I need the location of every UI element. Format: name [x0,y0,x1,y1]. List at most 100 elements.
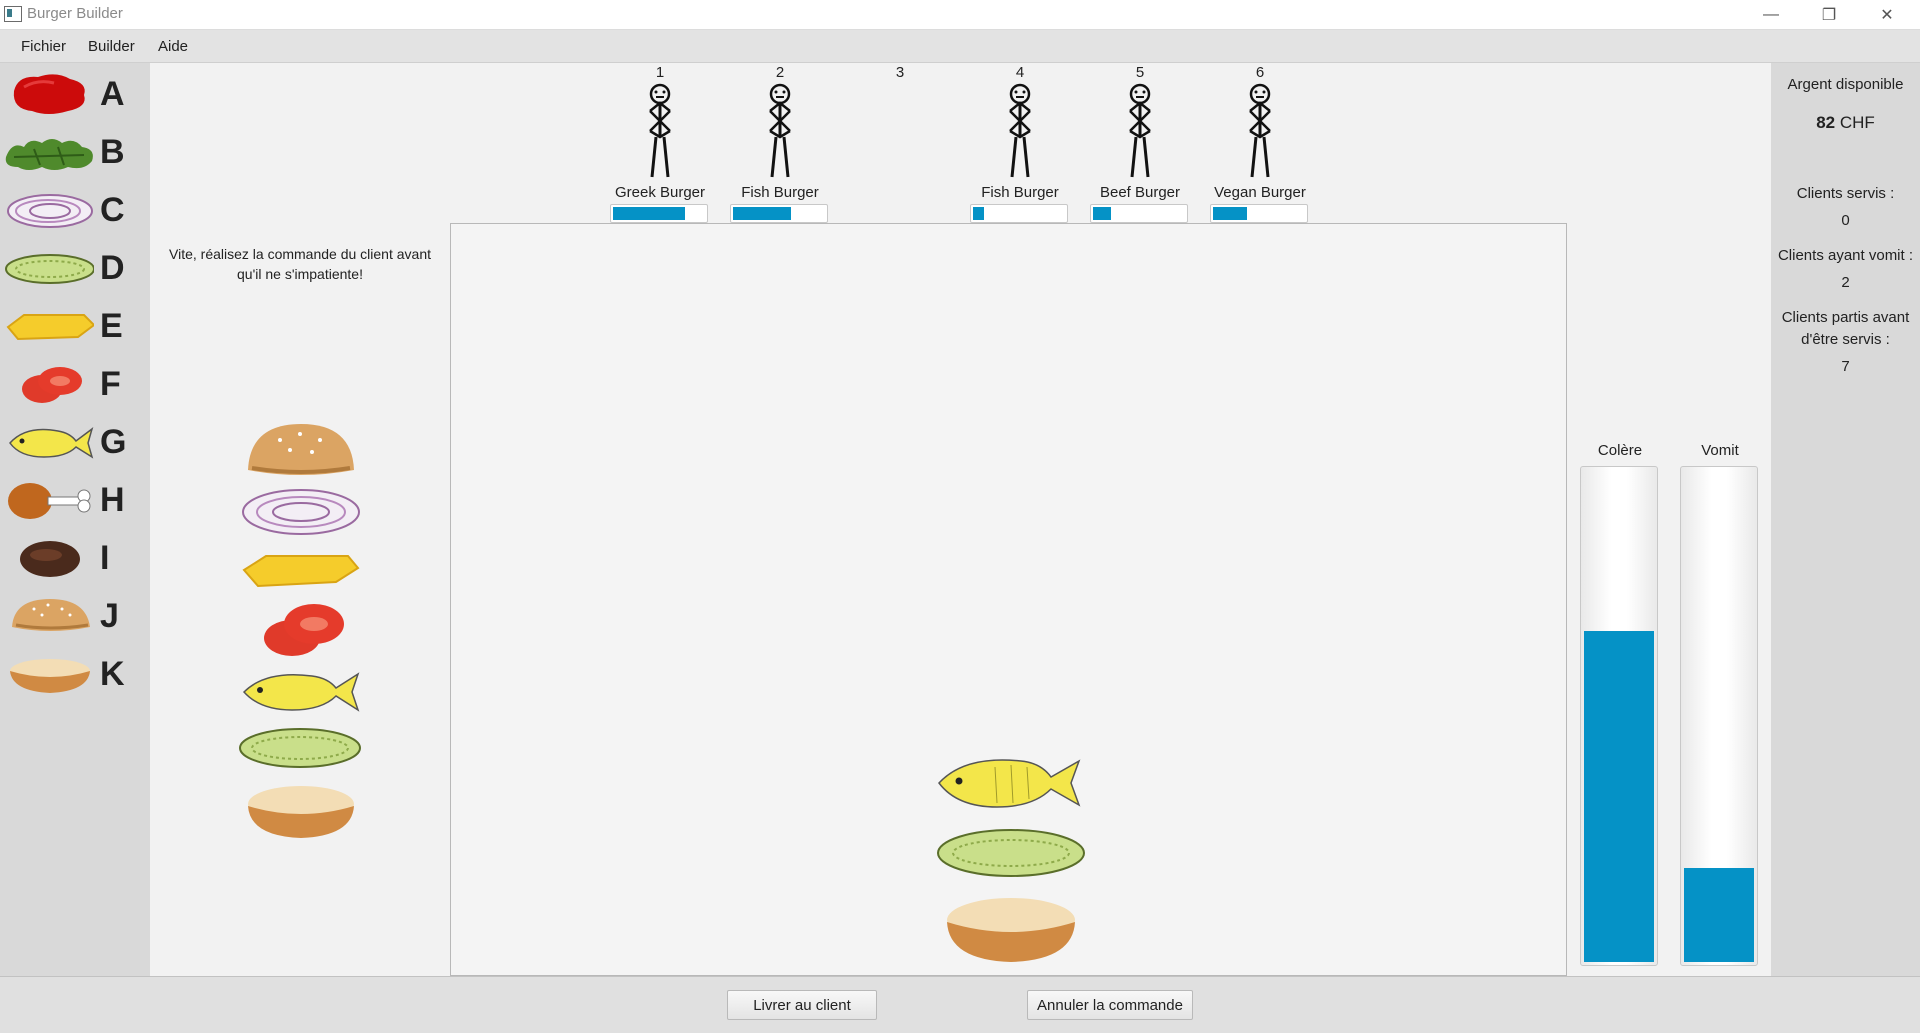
cheese-icon [242,555,360,588]
anger-gauge [1580,466,1658,966]
customer-number: 2 [775,64,785,81]
patience-bar [1090,204,1188,223]
chicken-leg-icon [8,483,91,519]
served-value: 0 [1841,212,1850,229]
ingredient-letter: A [100,75,125,113]
menu-aide[interactable]: Aide [158,38,188,55]
deliver-button[interactable]: Livrer au client [727,990,877,1020]
beef-patty-icon [20,541,80,577]
ingredient-g[interactable]: G [0,415,150,471]
ingredient-b[interactable]: B [0,125,150,181]
patience-fill [613,207,685,220]
ingredient-letter: G [100,423,127,461]
customer-6[interactable]: 6 Vegan Burger [1210,64,1310,223]
served-label: Clients servis : [1796,185,1895,202]
ingredient-letter: F [100,365,121,403]
patience-fill [1093,207,1112,220]
vomited-value: 2 [1841,274,1850,291]
patience-bar [730,204,828,223]
ingredient-k[interactable]: K [0,647,150,703]
customer-5[interactable]: 5 Beef Burger [1090,64,1190,223]
customer-number: 3 [895,64,905,81]
ingredient-letter: B [100,133,125,171]
bun-bottom-icon [248,786,354,838]
vomit-gauge [1680,466,1758,966]
stick-figure-icon [1249,83,1271,178]
title-bar: Burger Builder — ❐ ✕ [0,0,1920,30]
money-currency: CHF [1839,113,1875,132]
customer-order: Fish Burger [741,184,819,201]
customer-order: Greek Burger [614,184,706,201]
burger-workspace[interactable] [450,223,1567,976]
customer-4[interactable]: 4 Fish Burger [970,64,1070,223]
ingredient-d[interactable]: D [0,241,150,297]
ingredient-letter: D [100,249,125,287]
minimize-icon[interactable]: — [1742,0,1800,29]
ingredient-a[interactable]: A [0,67,150,123]
restore-icon[interactable]: ❐ [1800,0,1858,29]
patience-fill [1213,207,1248,220]
ketchup-icon [13,74,85,114]
ingredient-i[interactable]: I [0,531,150,587]
customer-number: 1 [655,64,665,81]
ingredient-palette: A B C D E F G H I J K [0,63,150,976]
menu-fichier[interactable]: Fichier [21,38,66,55]
anger-gauge-fill [1584,631,1654,962]
bun-top-icon [248,424,354,475]
window-title: Burger Builder [27,5,123,22]
ingredient-letter: C [100,191,125,229]
cancel-order-button[interactable]: Annuler la commande [1027,990,1193,1020]
left-value: 7 [1841,358,1850,375]
customer-3: 3 [850,64,950,81]
ingredient-letter: K [100,655,125,693]
stick-figure-icon [769,83,791,178]
bun-top-icon [12,599,90,631]
tomato-icon [264,604,344,656]
ingredient-e[interactable]: E [0,299,150,355]
patience-fill [973,207,985,220]
patience-bar [610,204,708,223]
ingredient-letter: H [100,481,125,519]
vomit-gauge-label: Vomit [1701,442,1739,459]
ingredient-c[interactable]: C [0,183,150,239]
onion-rings-icon [242,489,360,535]
app-icon [4,6,22,22]
customer-order: Vegan Burger [1214,184,1306,201]
customer-order: Fish Burger [981,184,1059,201]
menu-bar: Fichier Builder Aide [0,30,1920,63]
vomit-gauge-fill [1684,868,1754,962]
stick-figure-icon [1129,83,1151,178]
instruction-text: Vite, réalisez la commande du client ava… [169,246,431,282]
lettuce-icon [5,139,93,170]
stick-figure-icon [649,83,671,178]
ingredient-h[interactable]: H [0,473,150,529]
stats-panel: Argent disponible 82 CHF Clients servis … [1771,63,1920,976]
pickle-icon [937,829,1085,877]
close-icon[interactable]: ✕ [1858,0,1916,29]
money-value: 82 CHF [1771,113,1920,133]
ingredient-letter: J [100,597,119,635]
pickle-icon [5,254,94,284]
customer-number: 5 [1135,64,1145,81]
fish-icon [9,427,94,459]
ingredient-f[interactable]: F [0,357,150,413]
customer-number: 4 [1015,64,1025,81]
fish-icon [938,759,1081,808]
pickle-icon [239,728,361,768]
customer-1[interactable]: 1 Greek Burger [610,64,710,223]
fish-icon [242,672,360,712]
onion-rings-icon [7,194,93,228]
ingredient-j[interactable]: J [0,589,150,645]
ingredient-letter: I [100,539,110,577]
patience-fill [733,207,791,220]
ingredient-letter: E [100,307,123,345]
customer-2[interactable]: 2 Fish Burger [730,64,830,223]
anger-gauge-label: Colère [1597,442,1643,459]
bun-bottom-icon [947,898,1075,962]
menu-builder[interactable]: Builder [88,38,135,55]
vomited-label: Clients ayant vomit : [1777,247,1914,264]
patience-bar [1210,204,1308,223]
patience-bar [970,204,1068,223]
bun-bottom-icon [10,659,90,693]
customer-order: Beef Burger [1099,184,1181,201]
